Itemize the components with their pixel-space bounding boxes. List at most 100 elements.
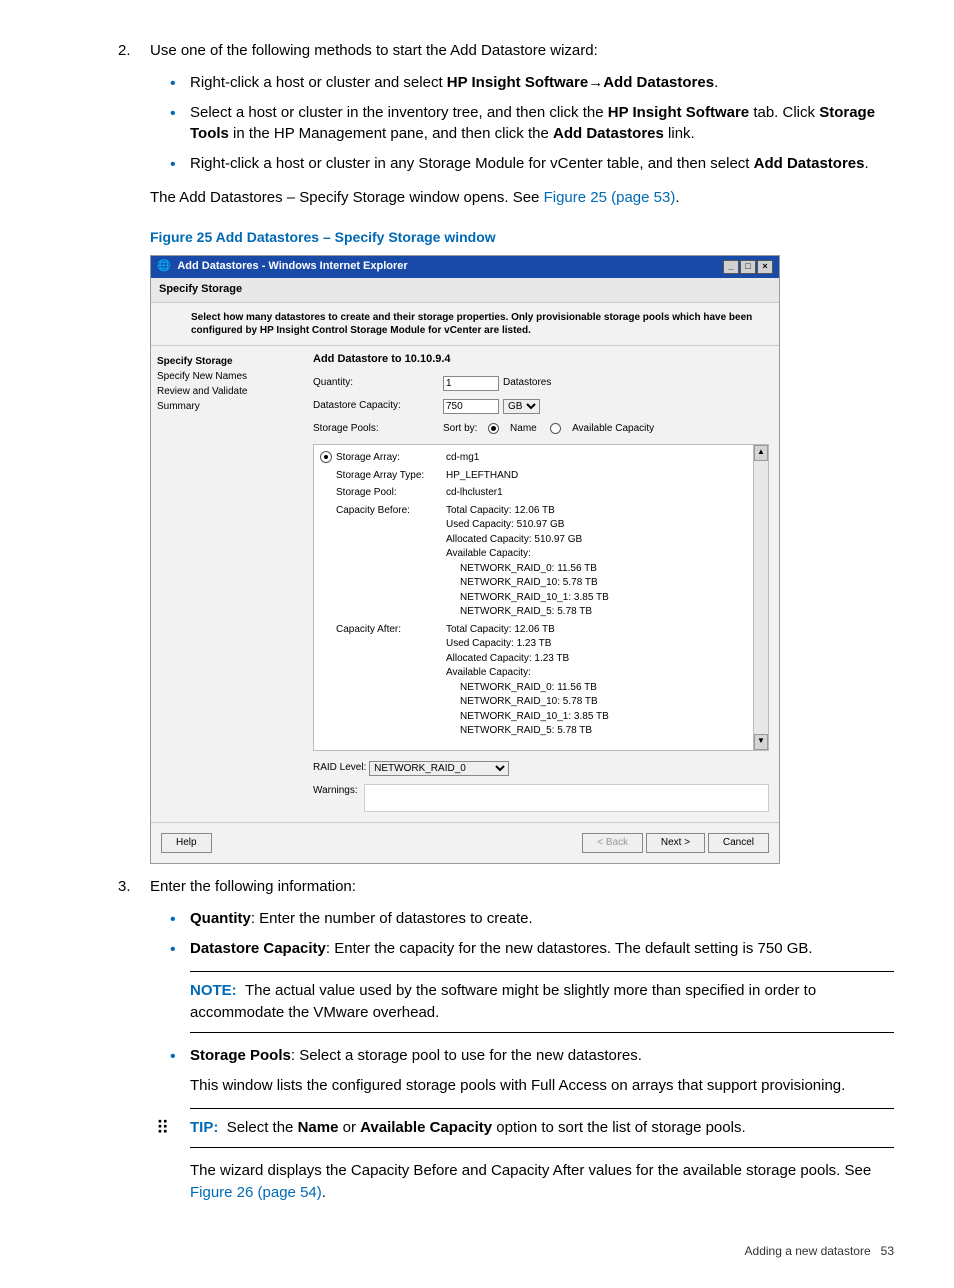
bold-text: HP Insight Software	[447, 74, 588, 91]
wizard-instruction: Select how many datastores to create and…	[151, 303, 779, 345]
quantity-unit: Datastores	[503, 376, 551, 391]
text: Select a host or cluster in the inventor…	[190, 104, 608, 121]
step2-bullet-3: Right-click a host or cluster in any Sto…	[190, 153, 894, 175]
sidebar-item-specify-names[interactable]: Specify New Names	[157, 369, 297, 384]
scroll-up-icon[interactable]: ▲	[754, 445, 768, 461]
text: Right-click a host or cluster and select	[190, 74, 447, 91]
step-2-intro: Use one of the following methods to star…	[150, 42, 598, 59]
bold-text: HP Insight Software	[608, 104, 749, 121]
array-type-value: HP_LEFTHAND	[446, 469, 760, 484]
text: link.	[664, 125, 695, 142]
text: Total Capacity: 12.06 TB	[446, 504, 760, 519]
capacity-desc: : Enter the capacity for the new datasto…	[326, 940, 813, 957]
text: NETWORK_RAID_5: 5.78 TB	[446, 724, 760, 739]
text: Used Capacity: 1.23 TB	[446, 637, 760, 652]
pools-desc: : Select a storage pool to use for the n…	[291, 1047, 642, 1064]
text: NETWORK_RAID_10_1: 3.85 TB	[446, 710, 760, 725]
storage-pool-radio[interactable]	[320, 451, 332, 463]
quantity-input[interactable]	[443, 376, 499, 391]
figure-26-link[interactable]: Figure 26 (page 54)	[190, 1184, 322, 1201]
sort-name-label: Name	[510, 422, 537, 437]
cancel-button[interactable]: Cancel	[708, 833, 769, 854]
storage-pool-item[interactable]: ▲ ▼ Storage Array:cd-mg1 Storage Array T…	[313, 444, 769, 751]
storage-array-label: Storage Array:	[336, 451, 446, 466]
minimize-icon[interactable]: _	[723, 260, 739, 274]
note-label: NOTE:	[190, 982, 237, 999]
text: NETWORK_RAID_10: 5.78 TB	[446, 695, 760, 710]
step2-outro: The Add Datastores – Specify Storage win…	[150, 187, 894, 209]
capacity-before-label: Capacity Before:	[336, 504, 446, 620]
capacity-label: Datastore Capacity:	[313, 399, 443, 414]
text: Allocated Capacity: 1.23 TB	[446, 652, 760, 667]
scroll-down-icon[interactable]: ▼	[754, 734, 768, 750]
text: Used Capacity: 510.97 GB	[446, 518, 760, 533]
quantity-desc: : Enter the number of datastores to crea…	[251, 910, 533, 927]
step2-bullet-1: Right-click a host or cluster and select…	[190, 72, 894, 94]
sidebar-item-summary[interactable]: Summary	[157, 399, 297, 414]
capacity-term: Datastore Capacity	[190, 940, 326, 957]
sort-capacity-radio[interactable]	[550, 423, 561, 434]
step3-bullet-pools: Storage Pools: Select a storage pool to …	[190, 1045, 894, 1204]
text: Available Capacity:	[446, 666, 760, 681]
storage-pools-label: Storage Pools:	[313, 422, 443, 437]
quantity-label: Quantity:	[313, 376, 443, 391]
wizard-main-panel: Add Datastore to 10.10.9.4 Quantity: Dat…	[303, 346, 779, 822]
text: The Add Datastores – Specify Storage win…	[150, 189, 544, 206]
next-button[interactable]: Next >	[646, 833, 705, 854]
capacity-input[interactable]	[443, 399, 499, 414]
text: in the HP Management pane, and then clic…	[229, 125, 553, 142]
text: or	[338, 1119, 360, 1136]
sort-name-radio[interactable]	[488, 423, 499, 434]
capacity-before-values: Total Capacity: 12.06 TB Used Capacity: …	[446, 504, 760, 620]
bold-text: Add Datastores	[754, 155, 865, 172]
text: tab. Click	[749, 104, 819, 121]
sort-capacity-label: Available Capacity	[572, 422, 654, 437]
window-titlebar: 🌐 Add Datastores - Windows Internet Expl…	[151, 256, 779, 278]
raid-level-select[interactable]: NETWORK_RAID_0	[369, 761, 509, 776]
tip-icon: ⠿	[156, 1115, 169, 1141]
capacity-after-values: Total Capacity: 12.06 TB Used Capacity: …	[446, 623, 760, 739]
note-block: NOTE: The actual value used by the softw…	[190, 971, 894, 1033]
capacity-unit-select[interactable]: GB	[503, 399, 540, 414]
step-3: 3. Enter the following information: Quan…	[150, 876, 894, 1204]
maximize-icon[interactable]: □	[740, 260, 756, 274]
step-3-number: 3.	[118, 876, 131, 898]
sidebar-item-specify-storage[interactable]: Specify Storage	[157, 354, 297, 369]
pool-scrollbar[interactable]: ▲ ▼	[753, 445, 768, 750]
window-buttons: _□×	[722, 259, 773, 275]
pools-desc-2: This window lists the configured storage…	[190, 1075, 894, 1097]
add-datastore-header: Add Datastore to 10.10.9.4	[313, 352, 769, 368]
text: .	[864, 155, 868, 172]
wizard-footer: Help < Back Next > Cancel	[151, 822, 779, 864]
storage-pool-label: Storage Pool:	[336, 486, 446, 501]
bold-text: Add Datastores	[603, 74, 714, 91]
after-tip-text: The wizard displays the Capacity Before …	[190, 1160, 894, 1204]
note-text: The actual value used by the software mi…	[190, 982, 816, 1021]
help-button[interactable]: Help	[161, 833, 212, 854]
raid-level-label: RAID Level:	[313, 761, 366, 776]
step-3-intro: Enter the following information:	[150, 878, 356, 895]
close-icon[interactable]: ×	[757, 260, 773, 274]
step3-bullet-quantity: Quantity: Enter the number of datastores…	[190, 908, 894, 930]
warnings-label: Warnings:	[313, 784, 358, 799]
sort-by-label: Sort by:	[443, 422, 477, 437]
footer-label: Adding a new datastore	[745, 1244, 871, 1258]
page-footer: Adding a new datastore 53	[60, 1244, 894, 1258]
step2-bullet-2: Select a host or cluster in the inventor…	[190, 102, 894, 146]
array-type-label: Storage Array Type:	[336, 469, 446, 484]
text: Total Capacity: 12.06 TB	[446, 623, 760, 638]
step3-bullet-capacity: Datastore Capacity: Enter the capacity f…	[190, 938, 894, 1033]
sidebar-item-review[interactable]: Review and Validate	[157, 384, 297, 399]
tip-label: TIP:	[190, 1119, 218, 1136]
text: .	[322, 1184, 326, 1201]
figure-25-caption: Figure 25 Add Datastores – Specify Stora…	[150, 227, 894, 247]
arrow: →	[588, 74, 603, 91]
text: NETWORK_RAID_5: 5.78 TB	[446, 605, 760, 620]
warnings-box	[364, 784, 769, 812]
add-datastores-window: 🌐 Add Datastores - Windows Internet Expl…	[150, 255, 780, 864]
pools-term: Storage Pools	[190, 1047, 291, 1064]
text: Available Capacity:	[446, 547, 760, 562]
text: .	[675, 189, 679, 206]
figure-25-link[interactable]: Figure 25 (page 53)	[544, 189, 676, 206]
text: option to sort the list of storage pools…	[492, 1119, 745, 1136]
